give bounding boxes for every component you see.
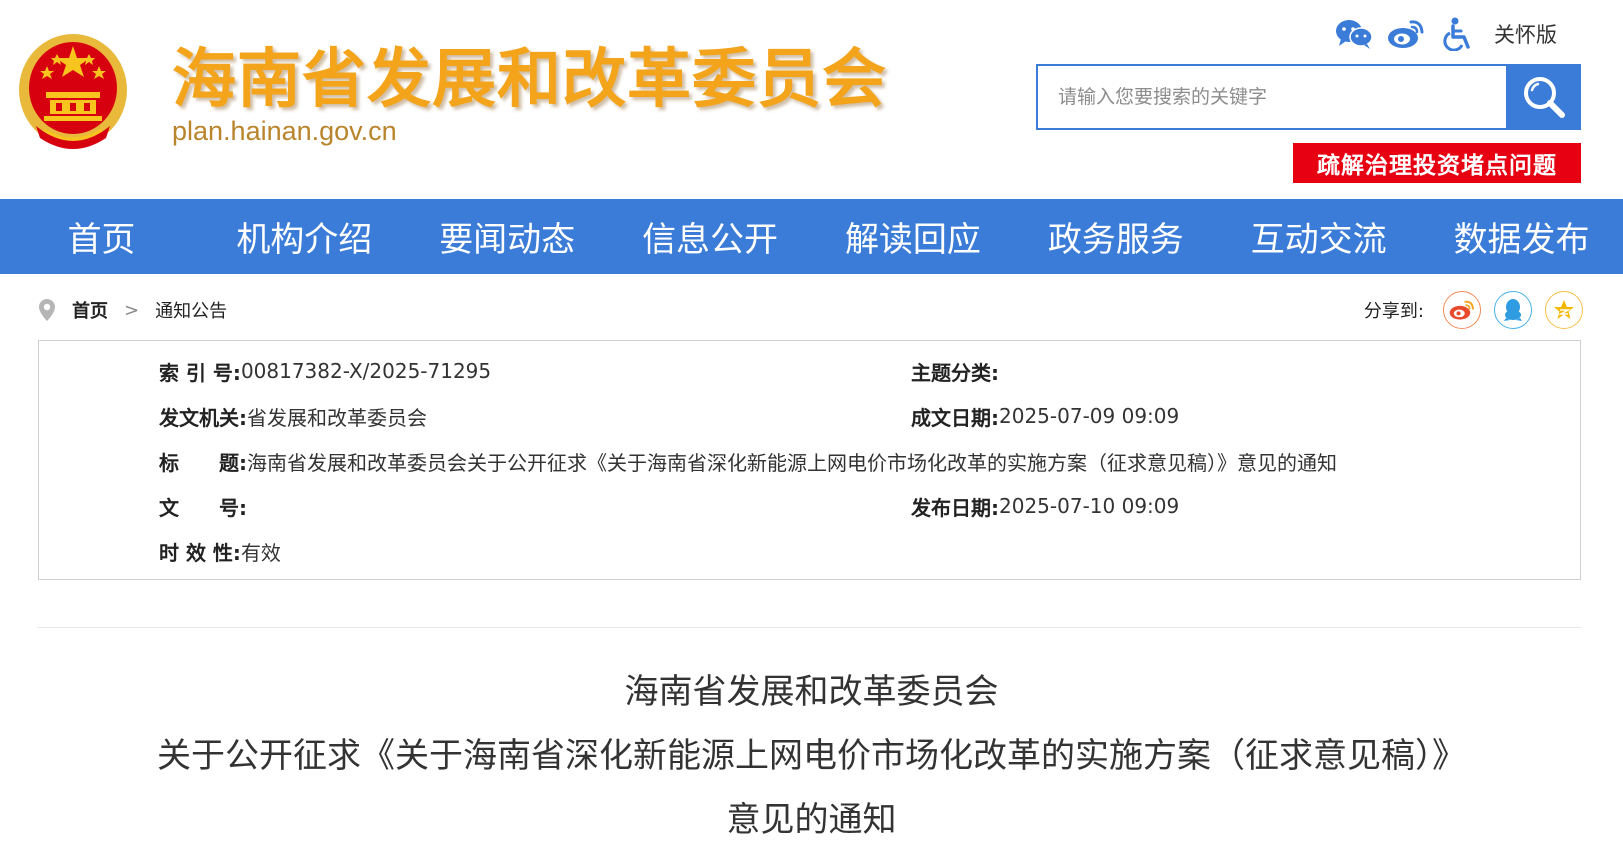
issuer-value: 省发展和改革委员会: [247, 405, 427, 430]
share-bar: 分享到:: [1364, 290, 1583, 330]
publish-date-row: 发布日期: 2025-07-10 09:09: [911, 491, 1179, 521]
validity-row: 时 效 性: 有效: [159, 536, 281, 566]
document-number-row: 文 号:: [159, 491, 247, 521]
issuer-row: 发文机关: 省发展和改革委员会: [159, 401, 427, 431]
care-mode-link[interactable]: 关怀版: [1494, 19, 1557, 49]
title-row: 标 题: 海南省发展和改革委员会关于公开征求《关于海南省深化新能源上网电价市场化…: [159, 446, 1337, 476]
breadcrumb: 首页 > 通知公告: [38, 290, 227, 330]
nav-item-interaction[interactable]: 互动交流: [1217, 199, 1420, 274]
written-date-row: 成文日期: 2025-07-09 09:09: [911, 401, 1179, 431]
index-number-value: 00817382-X/2025-71295: [240, 359, 492, 383]
issuer-label: 发文机关:: [159, 405, 247, 430]
nav-item-news[interactable]: 要闻动态: [406, 199, 609, 274]
top-links: 关怀版: [1334, 14, 1557, 54]
nav-item-government-services[interactable]: 政务服务: [1014, 199, 1217, 274]
site-domain: plan.hainan.gov.cn: [172, 116, 397, 146]
breadcrumb-separator: >: [124, 299, 140, 321]
written-date-label: 成文日期:: [911, 405, 999, 430]
qq-share-icon[interactable]: [1494, 291, 1532, 329]
publish-date-value: 2025-07-10 09:09: [999, 494, 1180, 518]
location-pin-icon: [38, 297, 60, 323]
document-title: 海南省发展和改革委员会 关于公开征求《关于海南省深化新能源上网电价市场化改革的实…: [0, 660, 1623, 852]
topic-category-label: 主题分类:: [911, 360, 999, 385]
search-input[interactable]: [1036, 64, 1528, 130]
nav-item-home[interactable]: 首页: [0, 199, 203, 274]
accessibility-icon[interactable]: [1438, 14, 1478, 54]
content-divider: [38, 627, 1581, 628]
validity-label: 时 效 性:: [159, 540, 241, 565]
title-label: 标 题:: [159, 450, 247, 475]
wechat-icon[interactable]: [1334, 14, 1374, 54]
index-number-row: 索 引 号: 00817382-X/2025-71295: [159, 356, 491, 386]
document-metadata-box: 索 引 号: 00817382-X/2025-71295 主题分类: 发文机关:…: [38, 340, 1581, 580]
document-title-line-1: 海南省发展和改革委员会: [624, 672, 999, 712]
document-title-line-2: 关于公开征求《关于海南省深化新能源上网电价市场化改革的实施方案（征求意见稿）》: [157, 736, 1466, 776]
document-number-label: 文 号:: [159, 495, 247, 520]
site-header: 海南省发展和改革委员会 plan.hainan.gov.cn 关怀版 请输入您要…: [0, 0, 1623, 198]
breadcrumb-current[interactable]: 通知公告: [155, 297, 227, 323]
search-button[interactable]: [1506, 64, 1581, 130]
share-label: 分享到:: [1363, 301, 1424, 322]
investment-bottleneck-banner[interactable]: 疏解治理投资堵点问题: [1293, 143, 1581, 183]
validity-value: 有效: [240, 540, 281, 565]
title-value: 海南省发展和改革委员会关于公开征求《关于海南省深化新能源上网电价市场化改革的实施…: [247, 450, 1337, 475]
weibo-icon[interactable]: [1386, 14, 1426, 54]
qzone-share-icon[interactable]: [1545, 291, 1583, 329]
written-date-value: 2025-07-09 09:09: [999, 404, 1180, 428]
index-number-label: 索 引 号:: [159, 360, 241, 385]
search-bar: [1036, 64, 1581, 130]
topic-category-row: 主题分类:: [911, 356, 999, 386]
breadcrumb-home[interactable]: 首页: [72, 297, 108, 323]
publish-date-label: 发布日期:: [911, 495, 999, 520]
nav-item-information-disclosure[interactable]: 信息公开: [609, 199, 812, 274]
document-title-line-3: 意见的通知: [726, 800, 897, 840]
breadcrumb-bar: 首页 > 通知公告 分享到:: [38, 290, 1583, 330]
search-icon: [1523, 77, 1565, 118]
nav-item-organization[interactable]: 机构介绍: [203, 199, 406, 274]
main-nav: 首页 机构介绍 要闻动态 信息公开 解读回应 政务服务 互动交流 数据发布: [0, 199, 1623, 274]
national-emblem-logo[interactable]: [14, 30, 132, 154]
nav-item-data-release[interactable]: 数据发布: [1420, 199, 1623, 274]
nav-item-interpretation[interactable]: 解读回应: [812, 199, 1015, 274]
weibo-share-icon[interactable]: [1443, 291, 1481, 329]
site-title[interactable]: 海南省发展和改革委员会: [172, 28, 887, 120]
